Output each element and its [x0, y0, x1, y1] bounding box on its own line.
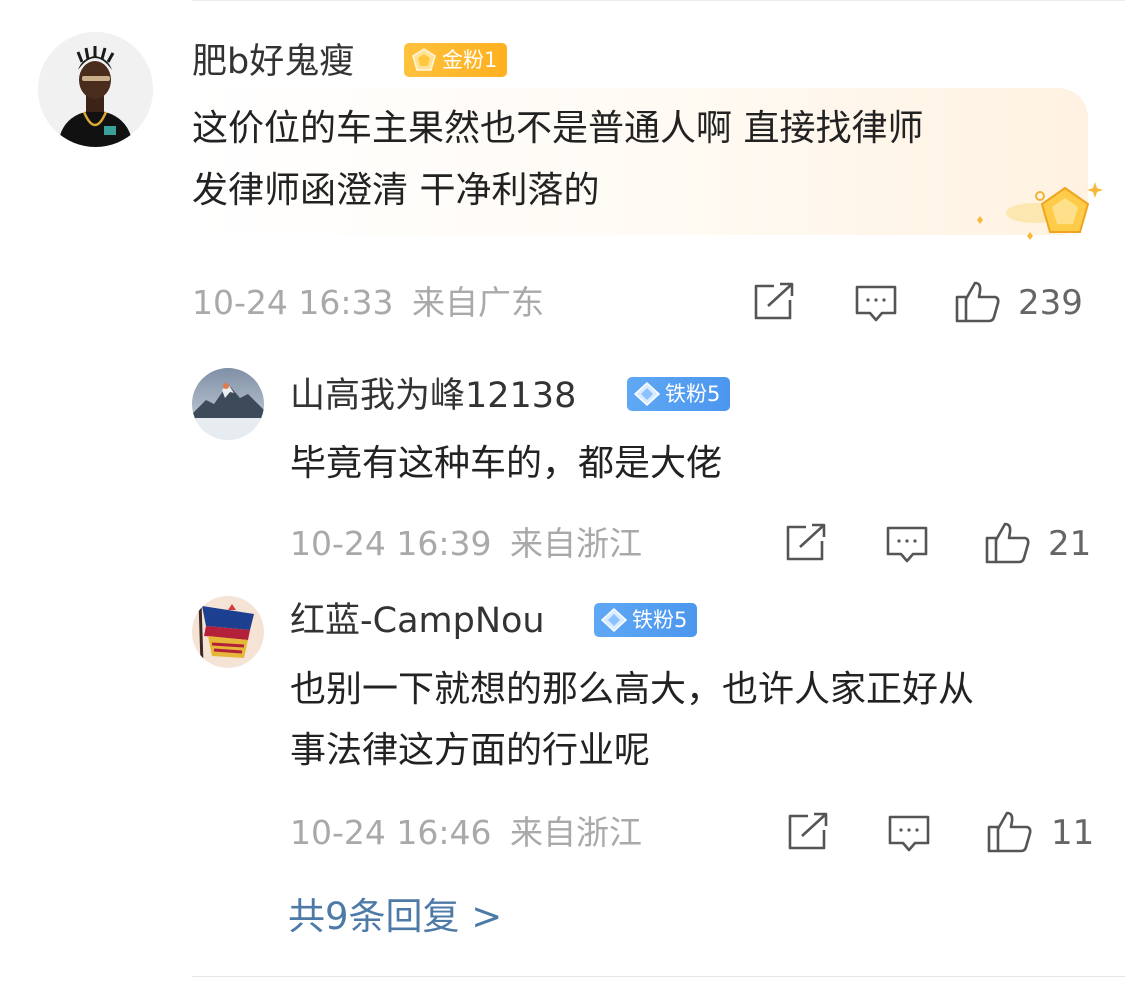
reply-time: 10-24 16:46 来自浙江: [290, 813, 642, 853]
reply-time: 10-24 16:39 来自浙江: [290, 524, 642, 564]
timestamp: 10-24 16:46: [290, 813, 492, 852]
top-divider: [192, 0, 1125, 1]
reply-username[interactable]: 红蓝-CampNou: [290, 601, 545, 641]
diamond-icon: [633, 381, 661, 416]
crown-icon: [411, 48, 437, 82]
comment-icon[interactable]: [887, 813, 931, 855]
comment-icon[interactable]: [854, 283, 898, 325]
reply-text-line2: 事法律这方面的行业呢: [290, 730, 651, 771]
reply-avatar[interactable]: [192, 596, 264, 668]
avatar-image: [38, 32, 153, 147]
avatar-image: [192, 368, 264, 440]
reply-text: 毕竟有这种车的，都是大佬: [290, 443, 723, 484]
reply-avatar[interactable]: [192, 368, 264, 440]
avatar[interactable]: [38, 32, 153, 147]
share-icon[interactable]: [786, 812, 830, 852]
location: 来自广东: [411, 283, 544, 322]
comment-text: 这价位的车主果然也不是普通人啊 直接找律师: [192, 108, 924, 149]
fan-badge[interactable]: 铁粉5: [594, 603, 698, 637]
comment-text-line2: 发律师函澄清 干净利落的: [192, 170, 600, 211]
comment-icon[interactable]: [885, 524, 929, 566]
thumbs-up-icon[interactable]: [955, 279, 1001, 323]
diamond-icon: [600, 607, 628, 642]
username[interactable]: 肥b好鬼瘦: [192, 42, 354, 82]
badge-label: 铁粉5: [632, 608, 688, 632]
share-icon[interactable]: [784, 523, 828, 563]
fan-badge[interactable]: 铁粉5: [627, 377, 731, 411]
like-count: 239: [1018, 283, 1083, 323]
like-count: 21: [1048, 524, 1092, 564]
comment-time: 10-24 16:33 来自广东: [192, 283, 544, 323]
location: 来自浙江: [509, 813, 642, 852]
timestamp: 10-24 16:39: [290, 524, 492, 563]
fan-badge[interactable]: 金粉1: [404, 43, 508, 77]
badge-label: 金粉1: [442, 48, 498, 72]
share-icon[interactable]: [752, 282, 796, 322]
reply-text: 也别一下就想的那么高大，也许人家正好从: [290, 669, 975, 710]
location: 来自浙江: [509, 524, 642, 563]
gold-gem-icon: [970, 180, 1105, 244]
thumbs-up-icon[interactable]: [987, 809, 1033, 853]
timestamp: 10-24 16:33: [192, 283, 394, 322]
bottom-divider: [192, 976, 1125, 977]
more-replies-link[interactable]: 共9条回复 >: [288, 895, 502, 939]
like-count: 11: [1051, 813, 1095, 853]
badge-label: 铁粉5: [665, 382, 721, 406]
avatar-image: [192, 596, 264, 668]
reply-username[interactable]: 山高我为峰12138: [290, 376, 576, 416]
thumbs-up-icon[interactable]: [985, 520, 1031, 564]
